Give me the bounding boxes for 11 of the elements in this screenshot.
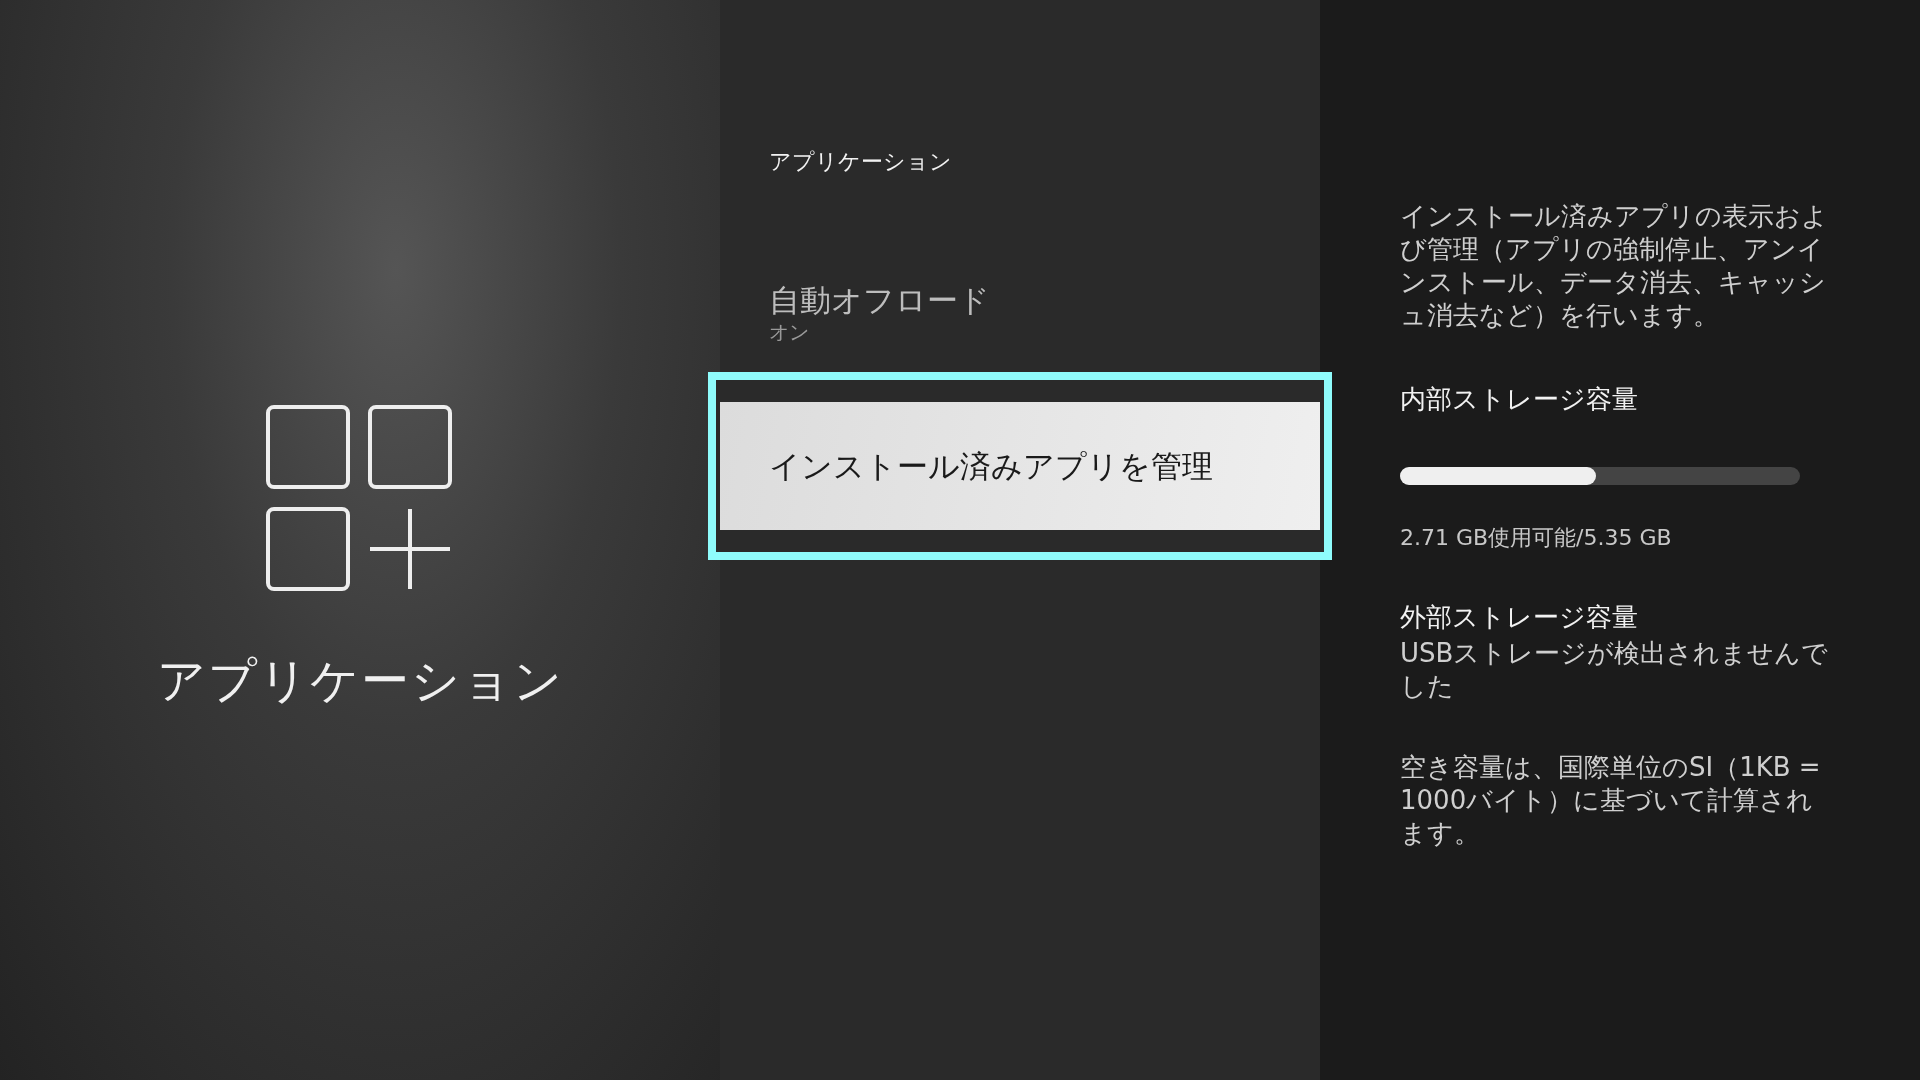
menu-item[interactable]: インストール済みアプリを管理 — [720, 402, 1320, 530]
apps-grid-icon — [265, 404, 455, 594]
external-storage-message: USBストレージが検出されませんでした — [1400, 637, 1830, 703]
category-title: アプリケーション — [156, 651, 564, 710]
storage-note: 空き容量は、国際単位のSI（1KB = 1000バイト）に基づいて計算されます。 — [1400, 751, 1822, 850]
internal-storage-title: 内部ストレージ容量 — [1400, 383, 1639, 416]
external-storage-title: 外部ストレージ容量 — [1400, 601, 1639, 634]
description-text: インストール済みアプリの表示および管理（アプリの強制停止、アンインストール、データ消去、キャッシュ消去など）を行います。 — [1400, 200, 1829, 332]
menu-heading: アプリケーション — [768, 148, 953, 176]
menu-item[interactable]: 自動オフロード オン — [720, 278, 1320, 348]
storage-reading: 2.71 GB使用可能/5.35 GB — [1400, 524, 1673, 552]
